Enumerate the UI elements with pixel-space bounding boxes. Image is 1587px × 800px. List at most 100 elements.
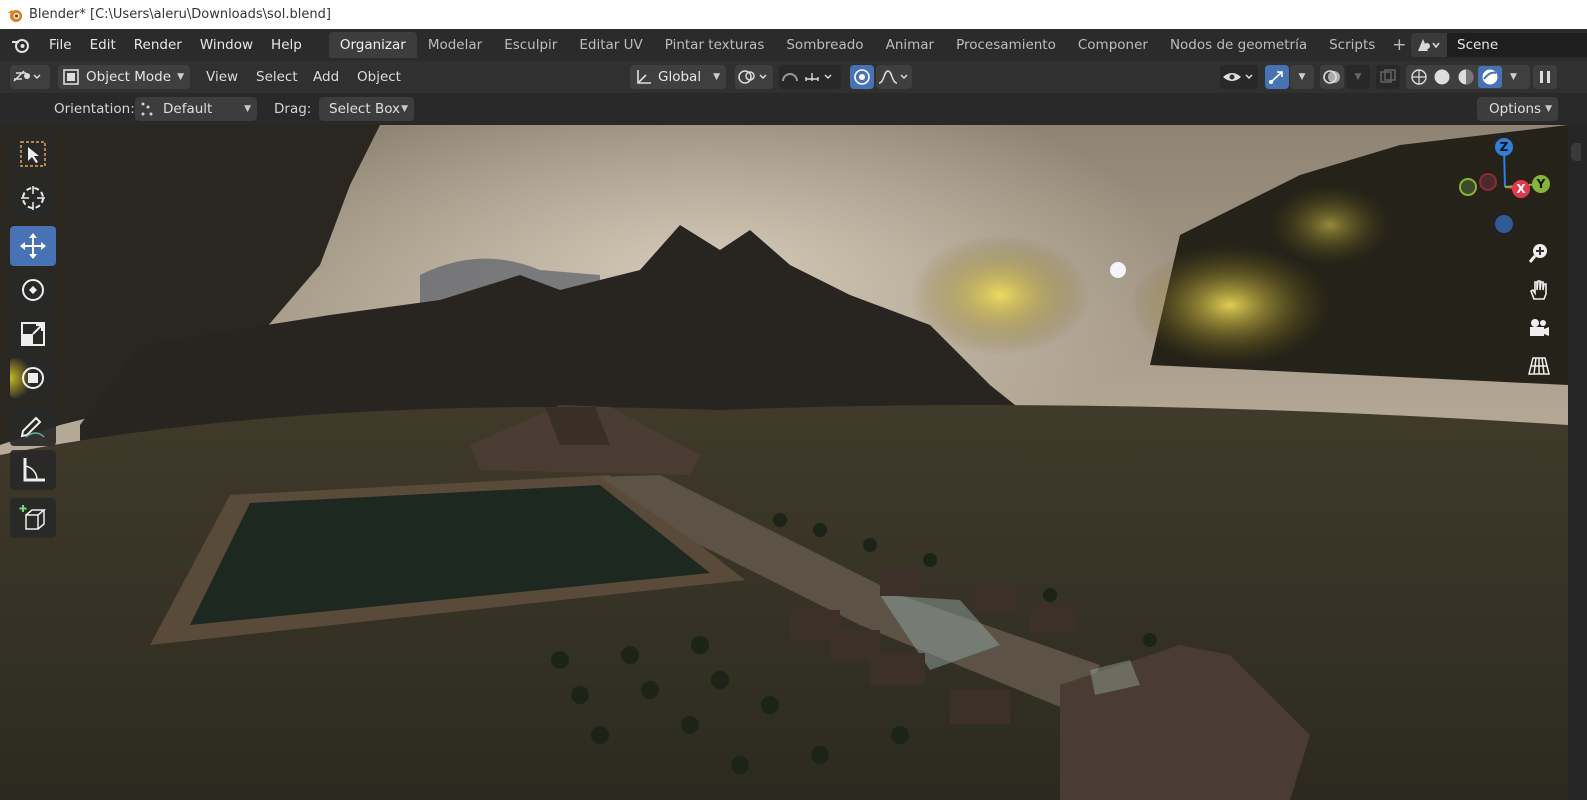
- pan-view-button[interactable]: [1524, 275, 1554, 305]
- chevron-down-icon: ▼: [177, 72, 184, 82]
- viewport-scrollbar[interactable]: [1568, 125, 1587, 800]
- add-cube-tool[interactable]: [10, 498, 56, 538]
- menu-help[interactable]: Help: [262, 33, 311, 57]
- editor-type-icon: [13, 70, 41, 82]
- 3d-viewport[interactable]: Z Y X: [0, 125, 1568, 800]
- pause-icon: [1540, 71, 1550, 83]
- overlays-toggle[interactable]: [1320, 65, 1344, 89]
- orientation-setting-dropdown[interactable]: Default ▼: [135, 97, 257, 121]
- falloff-curve-icon: [878, 70, 908, 84]
- tab-componer[interactable]: Componer: [1067, 32, 1159, 58]
- measure-ruler-icon: [23, 458, 45, 482]
- gizmo-y-axis[interactable]: Y: [1532, 175, 1550, 193]
- gizmo-dropdown[interactable]: ▼: [1290, 65, 1314, 89]
- transform-tool[interactable]: [10, 358, 56, 398]
- rendered-shading-button[interactable]: [1478, 66, 1502, 88]
- rotate-tool[interactable]: [10, 270, 56, 310]
- pause-render-button[interactable]: [1533, 65, 1557, 89]
- snap-controls[interactable]: [779, 65, 841, 89]
- drag-dropdown[interactable]: Select Box ▼: [319, 97, 414, 121]
- window-title-bar: Blender* [C:\Users\aleru\Downloads\sol.b…: [0, 0, 1587, 29]
- gizmo-neg-y-axis[interactable]: [1459, 178, 1477, 196]
- rendered-scene[interactable]: [0, 125, 1568, 800]
- gizmo-icon: [1269, 71, 1283, 84]
- workspace-tabs: Organizar Modelar Esculpir Editar UV Pin…: [328, 32, 1407, 58]
- menu-edit[interactable]: Edit: [81, 33, 125, 57]
- menu-render[interactable]: Render: [125, 33, 191, 57]
- orientation-setting-value: Default: [163, 101, 213, 117]
- add-workspace-icon[interactable]: +: [1392, 35, 1406, 55]
- tab-animar[interactable]: Animar: [875, 32, 946, 58]
- proportional-editing-icon: [854, 69, 870, 85]
- add-menu[interactable]: Add: [313, 65, 339, 89]
- tab-organizar[interactable]: Organizar: [328, 32, 417, 58]
- annotate-tool[interactable]: [10, 406, 56, 446]
- tab-procesamiento[interactable]: Procesamiento: [945, 32, 1067, 58]
- rotate-icon: [22, 279, 44, 301]
- visibility-dropdown[interactable]: [1220, 65, 1258, 89]
- tab-editar-uv[interactable]: Editar UV: [568, 32, 653, 58]
- move-tool[interactable]: [10, 226, 56, 266]
- view-menu[interactable]: View: [206, 65, 238, 89]
- blender-logo-icon: [8, 9, 22, 22]
- chevron-down-icon: ▼: [713, 72, 720, 82]
- xray-toggle[interactable]: [1376, 65, 1400, 89]
- perspective-toggle-button[interactable]: [1524, 351, 1554, 381]
- show-gizmo-toggle[interactable]: [1265, 65, 1289, 89]
- scale-tool[interactable]: [10, 314, 56, 354]
- chevron-down-icon: ▼: [1298, 72, 1306, 82]
- tab-pintar-texturas[interactable]: Pintar texturas: [654, 32, 776, 58]
- cursor-tool[interactable]: [10, 178, 56, 218]
- wireframe-shading-icon[interactable]: [1408, 67, 1430, 87]
- measure-tool[interactable]: [10, 450, 56, 490]
- gizmo-neg-x-axis[interactable]: [1479, 173, 1497, 191]
- orientation-setting-label: Orientation:: [54, 101, 135, 117]
- tab-scripts[interactable]: Scripts: [1318, 32, 1386, 58]
- falloff-dropdown[interactable]: [876, 65, 912, 89]
- gizmo-z-axis[interactable]: Z: [1495, 138, 1513, 156]
- material-preview-icon[interactable]: [1454, 67, 1478, 87]
- tool-settings-header: Orientation: Default ▼ Drag: Select Box …: [0, 93, 1587, 125]
- scene-browse-button[interactable]: [1411, 33, 1447, 57]
- tab-esculpir[interactable]: Esculpir: [493, 32, 568, 58]
- gizmo-neg-z-axis[interactable]: [1495, 215, 1513, 233]
- select-menu[interactable]: Select: [256, 65, 298, 89]
- window-title: Blender* [C:\Users\aleru\Downloads\sol.b…: [29, 7, 331, 22]
- grid-icon: [1528, 357, 1550, 375]
- chevron-down-icon[interactable]: ▼: [1510, 72, 1517, 82]
- camera-view-button[interactable]: [1524, 313, 1554, 343]
- pivot-point-dropdown[interactable]: [735, 65, 773, 89]
- solid-shading-icon[interactable]: [1430, 67, 1454, 87]
- overlays-icon: [1323, 70, 1340, 84]
- object-menu[interactable]: Object: [357, 65, 401, 89]
- transform-icon: [22, 367, 44, 389]
- cursor-3d-icon: [21, 186, 45, 210]
- scale-icon: [21, 322, 45, 346]
- eye-icon: [1223, 73, 1253, 81]
- tab-sombreado[interactable]: Sombreado: [775, 32, 874, 58]
- orientation-label: Global: [658, 69, 702, 85]
- options-dropdown[interactable]: Options ▼: [1477, 97, 1558, 121]
- blender-menu-icon[interactable]: [10, 34, 32, 56]
- chevron-down-icon: ▼: [244, 104, 251, 114]
- gizmo-x-axis[interactable]: X: [1512, 180, 1530, 198]
- navigation-gizmo[interactable]: Z Y X: [1455, 135, 1555, 235]
- editor-type-button[interactable]: [10, 65, 50, 89]
- mode-dropdown[interactable]: Object Mode ▼: [58, 65, 190, 89]
- zoom-view-button[interactable]: [1524, 238, 1554, 268]
- select-box-icon: [20, 141, 46, 167]
- top-bar: File Edit Render Window Help Organizar M…: [0, 29, 1587, 61]
- options-label: Options: [1489, 101, 1542, 117]
- select-box-tool[interactable]: [10, 134, 56, 174]
- scene-name-field[interactable]: Scene: [1447, 33, 1587, 57]
- proportional-editing-toggle[interactable]: [850, 65, 874, 89]
- overlays-dropdown[interactable]: ▼: [1346, 65, 1370, 89]
- menu-file[interactable]: File: [40, 33, 81, 57]
- sidebar-toggle-tab[interactable]: [1571, 143, 1581, 161]
- object-mode-icon: [63, 69, 79, 85]
- tab-modelar[interactable]: Modelar: [417, 32, 493, 58]
- menu-window[interactable]: Window: [191, 33, 262, 57]
- transform-orientation-dropdown[interactable]: Global ▼: [630, 65, 726, 89]
- mode-label: Object Mode: [86, 69, 172, 85]
- tab-nodos-de-geometria[interactable]: Nodos de geometría: [1159, 32, 1318, 58]
